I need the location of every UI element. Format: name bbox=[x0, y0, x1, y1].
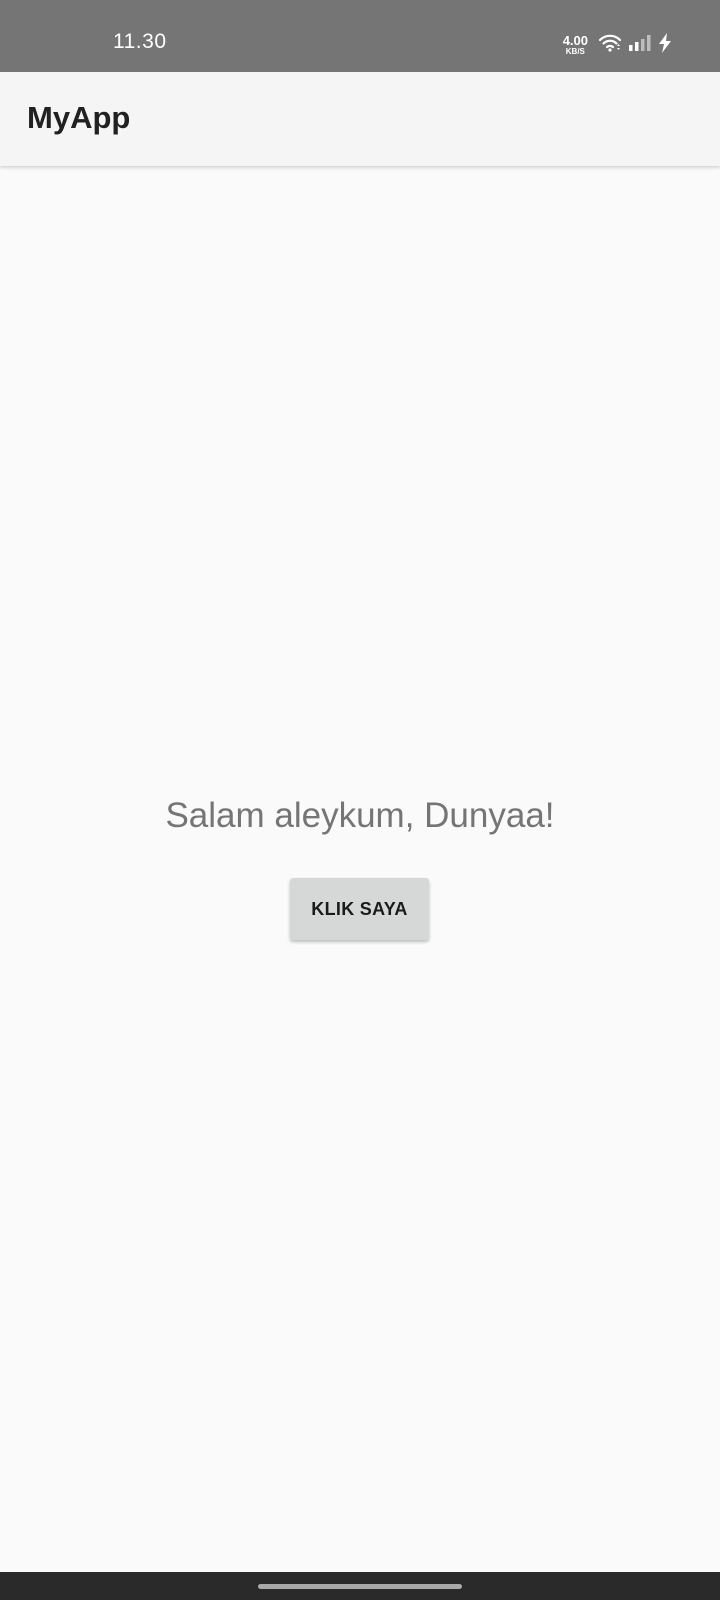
main-content: Salam aleykum, Dunyaa! KLIK SAYA bbox=[0, 166, 720, 1572]
status-icons: 4.00 KB/S bbox=[563, 32, 672, 58]
klik-saya-button[interactable]: KLIK SAYA bbox=[290, 878, 429, 940]
wifi-icon bbox=[598, 33, 622, 58]
network-speed-indicator: 4.00 KB/S bbox=[563, 34, 588, 56]
status-bar: 11.30 4.00 KB/S bbox=[0, 0, 720, 72]
app-title: MyApp bbox=[27, 100, 131, 135]
network-speed-unit: KB/S bbox=[565, 47, 585, 56]
app-bar: MyApp bbox=[0, 72, 720, 166]
greeting-text: Salam aleykum, Dunyaa! bbox=[165, 796, 555, 835]
signal-icon bbox=[628, 34, 652, 57]
navigation-bar bbox=[0, 1572, 720, 1600]
gesture-handle[interactable] bbox=[258, 1584, 462, 1589]
charging-icon bbox=[658, 32, 672, 58]
status-time: 11.30 bbox=[113, 30, 167, 53]
network-speed-value: 4.00 bbox=[562, 33, 588, 48]
